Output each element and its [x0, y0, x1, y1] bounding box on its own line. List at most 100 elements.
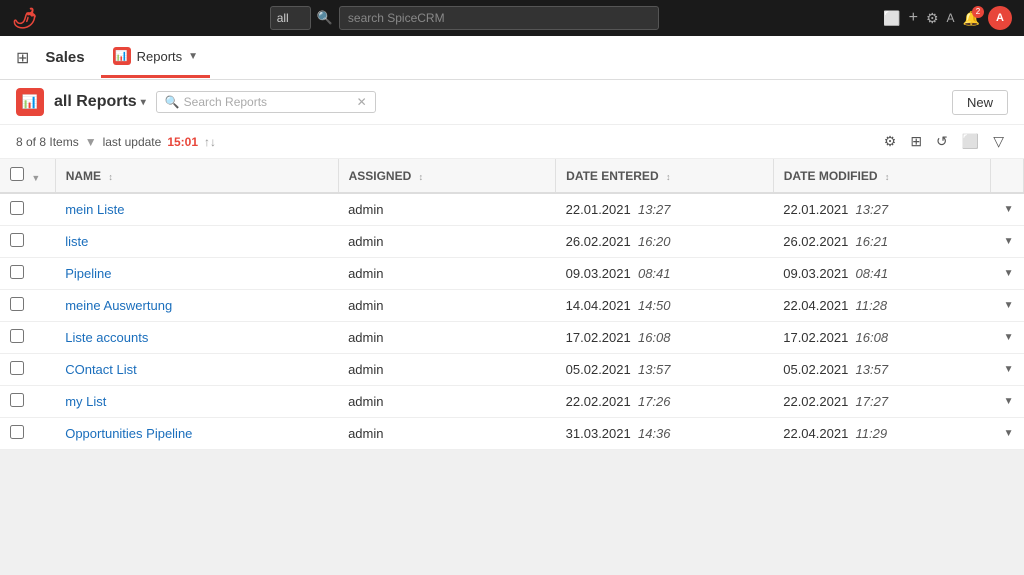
- row-checkbox[interactable]: [10, 361, 24, 375]
- table-row: Liste accounts admin 17.02.2021 16:08 17…: [0, 322, 1024, 354]
- module-search-box: 🔍 ✕: [156, 91, 376, 113]
- reports-tab[interactable]: 📊 Reports ▼: [101, 37, 210, 78]
- last-update-time[interactable]: 15:01: [167, 135, 198, 149]
- row-date-entered-cell: 31.03.2021 14:36: [556, 418, 774, 450]
- row-checkbox[interactable]: [10, 329, 24, 343]
- row-date-modified-time: 11:29: [856, 426, 888, 441]
- row-date-entered-time: 16:20: [638, 234, 671, 249]
- row-dropdown-icon[interactable]: ▼: [1004, 364, 1014, 375]
- search-scope-select[interactable]: all: [270, 6, 311, 30]
- row-assigned-cell: admin: [338, 386, 556, 418]
- row-name-link[interactable]: meine Auswertung: [65, 298, 172, 313]
- row-date-modified-time: 16:21: [856, 234, 889, 249]
- row-date-modified-date: 26.02.2021: [783, 234, 848, 249]
- row-name-link[interactable]: Liste accounts: [65, 330, 148, 345]
- row-name-link[interactable]: mein Liste: [65, 202, 124, 217]
- row-checkbox[interactable]: [10, 393, 24, 407]
- name-col-resize[interactable]: [334, 159, 338, 192]
- export-icon[interactable]: ⬜: [958, 131, 983, 152]
- new-button[interactable]: New: [952, 90, 1008, 115]
- header-date-entered-col[interactable]: DATE ENTERED ↕: [556, 159, 774, 193]
- row-assigned-value: admin: [348, 394, 383, 409]
- row-dropdown-icon[interactable]: ▼: [1004, 204, 1014, 215]
- row-date-entered-time: 13:57: [638, 362, 671, 377]
- notification-count: 2: [972, 6, 984, 18]
- row-date-entered-value: 22.02.2021 17:26: [566, 394, 671, 409]
- app-title: Sales: [45, 49, 84, 66]
- row-date-entered-cell: 22.02.2021 17:26: [556, 386, 774, 418]
- global-search-input[interactable]: [339, 6, 659, 30]
- row-date-modified-date: 17.02.2021: [783, 330, 848, 345]
- user-avatar[interactable]: A: [988, 6, 1012, 30]
- row-checkbox[interactable]: [10, 201, 24, 215]
- items-count: 8 of 8 Items: [16, 135, 79, 149]
- row-dropdown-icon[interactable]: ▼: [1004, 268, 1014, 279]
- date-modified-col-resize[interactable]: [986, 159, 990, 192]
- row-date-modified-date: 22.04.2021: [783, 298, 848, 313]
- row-date-entered-value: 05.02.2021 13:57: [566, 362, 671, 377]
- header-action-col: [991, 159, 1024, 193]
- row-date-entered-cell: 17.02.2021 16:08: [556, 322, 774, 354]
- row-assigned-cell: admin: [338, 418, 556, 450]
- row-checkbox[interactable]: [10, 425, 24, 439]
- row-name-link[interactable]: Pipeline: [65, 266, 111, 281]
- select-all-checkbox[interactable]: [10, 167, 24, 181]
- page-header: 📊 all Reports ▾ 🔍 ✕ New: [0, 80, 1024, 125]
- row-name-link[interactable]: my List: [65, 394, 106, 409]
- grid-menu-icon[interactable]: ⊞: [16, 48, 29, 68]
- row-checkbox-cell: [0, 193, 55, 226]
- row-dropdown-icon[interactable]: ▼: [1004, 300, 1014, 311]
- top-bar: 🌶 all 🔍 ⬜ + ⚙ A 🔔2 A: [0, 0, 1024, 36]
- settings-icon[interactable]: ⚙: [926, 10, 939, 27]
- table-row: liste admin 26.02.2021 16:20 26.02.2021 …: [0, 226, 1024, 258]
- row-date-modified-date: 22.04.2021: [783, 426, 848, 441]
- row-name-link[interactable]: liste: [65, 234, 88, 249]
- header-name-col[interactable]: NAME ↕: [55, 159, 338, 193]
- column-settings-icon[interactable]: ⚙: [880, 131, 901, 152]
- row-dropdown-icon[interactable]: ▼: [1004, 236, 1014, 247]
- reports-table: ▼ NAME ↕ ASSIGNED ↕ DATE ENTERED ↕ DATE …: [0, 159, 1024, 450]
- row-date-entered-cell: 14.04.2021 14:50: [556, 290, 774, 322]
- date-entered-col-resize[interactable]: [769, 159, 773, 192]
- header-assigned-col[interactable]: ASSIGNED ↕: [338, 159, 556, 193]
- row-action-cell: ▼: [991, 322, 1024, 354]
- row-date-modified-cell: 22.04.2021 11:29: [773, 418, 991, 450]
- row-date-entered-date: 31.03.2021: [566, 426, 631, 441]
- row-name-link[interactable]: Opportunities Pipeline: [65, 426, 192, 441]
- search-clear-icon[interactable]: ✕: [357, 95, 367, 109]
- view-toggle-icon[interactable]: ⊞: [906, 131, 926, 152]
- add-icon[interactable]: +: [909, 9, 918, 27]
- notification-bell[interactable]: 🔔2: [963, 10, 980, 27]
- filter-icon[interactable]: ▽: [989, 131, 1008, 152]
- row-assigned-cell: admin: [338, 258, 556, 290]
- row-date-entered-value: 26.02.2021 16:20: [566, 234, 671, 249]
- header-sort-icon: ▼: [31, 173, 40, 183]
- table-header-row: ▼ NAME ↕ ASSIGNED ↕ DATE ENTERED ↕ DATE …: [0, 159, 1024, 193]
- row-checkbox[interactable]: [10, 233, 24, 247]
- assigned-col-resize[interactable]: [551, 159, 555, 192]
- assigned-sort-icon: ↕: [419, 172, 424, 182]
- last-update-label: last update: [103, 135, 162, 149]
- row-dropdown-icon[interactable]: ▼: [1004, 428, 1014, 439]
- row-date-modified-time: 13:27: [856, 202, 889, 217]
- expand-icon[interactable]: ⬜: [883, 10, 900, 27]
- module-search-input[interactable]: [184, 95, 357, 109]
- row-date-modified-date: 22.02.2021: [783, 394, 848, 409]
- subheader-info: 8 of 8 Items ▼ last update 15:01 ↑↓: [16, 135, 216, 149]
- row-dropdown-icon[interactable]: ▼: [1004, 396, 1014, 407]
- row-name-cell: meine Auswertung: [55, 290, 338, 322]
- table-row: Pipeline admin 09.03.2021 08:41 09.03.20…: [0, 258, 1024, 290]
- row-dropdown-icon[interactable]: ▼: [1004, 332, 1014, 343]
- row-checkbox-cell: [0, 226, 55, 258]
- reload-icon[interactable]: ↺: [932, 131, 952, 152]
- text-icon[interactable]: A: [947, 11, 955, 25]
- row-date-modified-date: 05.02.2021: [783, 362, 848, 377]
- page-title: all Reports ▾: [54, 93, 146, 111]
- header-date-modified-col[interactable]: DATE MODIFIED ↕: [773, 159, 991, 193]
- page-title-chevron-icon[interactable]: ▾: [141, 97, 146, 108]
- row-checkbox[interactable]: [10, 297, 24, 311]
- row-date-modified-cell: 22.01.2021 13:27: [773, 193, 991, 226]
- row-action-cell: ▼: [991, 290, 1024, 322]
- row-checkbox[interactable]: [10, 265, 24, 279]
- row-name-link[interactable]: COntact List: [65, 362, 137, 377]
